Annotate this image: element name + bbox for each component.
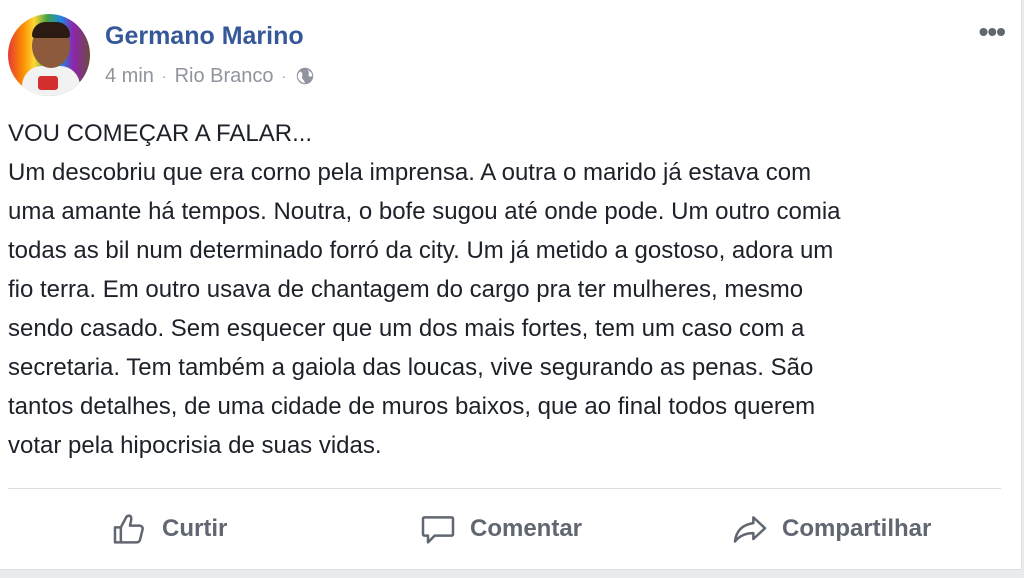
avatar-hair bbox=[32, 22, 70, 38]
share-label: Compartilhar bbox=[782, 515, 932, 542]
post-time[interactable]: 4 min bbox=[105, 65, 154, 88]
share-button[interactable]: Compartilhar bbox=[730, 500, 931, 558]
avatar[interactable] bbox=[8, 14, 90, 96]
more-options-icon[interactable]: ••• bbox=[979, 18, 1006, 46]
comment-button[interactable]: Comentar bbox=[418, 500, 582, 558]
comment-label: Comentar bbox=[470, 515, 583, 542]
comment-bubble-icon bbox=[421, 516, 455, 544]
facebook-post: Germano Marino 4 min · Rio Branco · ••• … bbox=[0, 0, 1022, 570]
post-location[interactable]: Rio Branco bbox=[175, 65, 274, 88]
thumbs-up-icon bbox=[113, 514, 144, 544]
meta-separator: · bbox=[281, 68, 287, 84]
share-arrow-icon bbox=[733, 516, 767, 543]
post-meta: 4 min · Rio Branco · bbox=[105, 62, 316, 90]
avatar-shirt-print bbox=[38, 76, 58, 90]
meta-separator: · bbox=[161, 68, 167, 84]
post-actions-bar: Curtir Comentar Compartilhar bbox=[0, 500, 1021, 558]
like-button[interactable]: Curtir bbox=[110, 500, 227, 558]
divider bbox=[8, 488, 1001, 489]
author-name[interactable]: Germano Marino bbox=[105, 20, 304, 52]
post-body-text: VOU COMEÇAR A FALAR... Um descobriu que … bbox=[8, 120, 841, 459]
like-label: Curtir bbox=[162, 515, 228, 542]
globe-icon[interactable] bbox=[294, 65, 316, 87]
